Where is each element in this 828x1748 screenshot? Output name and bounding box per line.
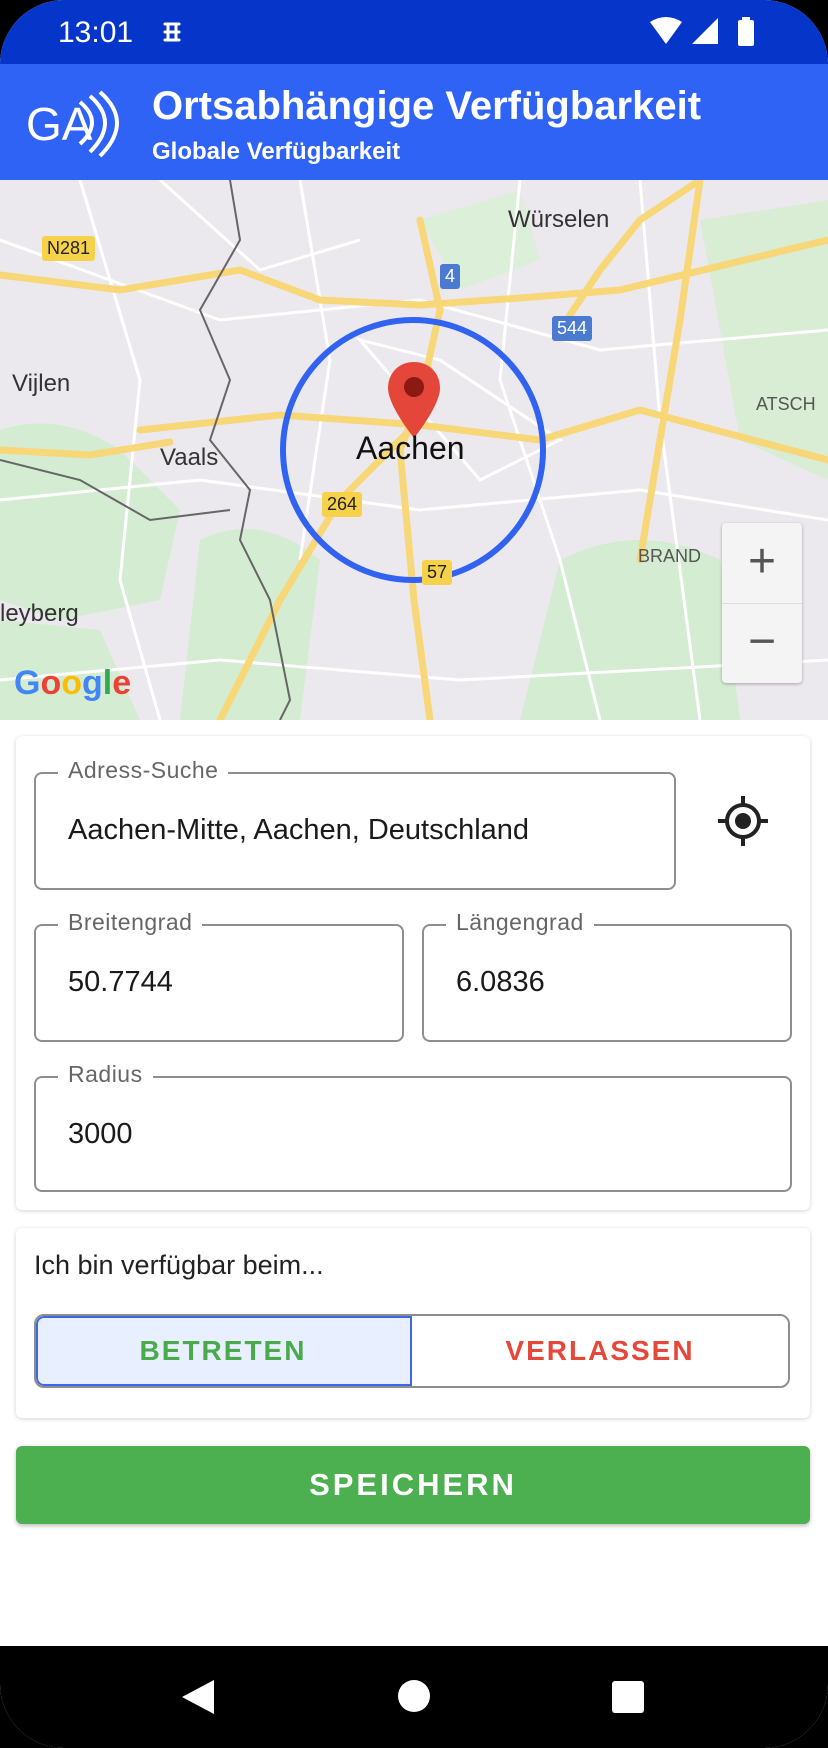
app-notification-icon [163, 22, 181, 42]
longitude-value: 6.0836 [456, 966, 545, 998]
map-label-brand: BRAND [638, 546, 702, 566]
location-form-card: Adress-Suche Aachen-Mitte, Aachen, Deuts… [16, 736, 810, 1210]
radius-field[interactable]: Radius 3000 [34, 1061, 792, 1192]
nav-home-icon[interactable] [398, 1680, 430, 1712]
road-shield-264: 264 [322, 492, 363, 517]
availability-prompt: Ich bin verfügbar beim... [34, 1250, 324, 1280]
toggle-enter-selected-outline [36, 1316, 412, 1386]
system-nav-bar [0, 1646, 828, 1748]
toggle-leave-button[interactable]: VERLASSEN [412, 1316, 788, 1386]
wifi-icon [650, 17, 682, 44]
app-logo-icon: GA [26, 90, 119, 158]
zoom-out-button[interactable]: − [722, 603, 802, 683]
nav-back-icon[interactable] [180, 1678, 216, 1716]
zoom-in-button[interactable]: + [722, 523, 802, 604]
radius-value: 3000 [68, 1118, 133, 1150]
zoom-controls: + − [722, 523, 802, 683]
signal-icon [692, 18, 718, 44]
map-view[interactable]: Würselen Vijlen Vaals Aachen ATSCH BRAND… [0, 180, 828, 720]
road-shield-57: 57 [422, 560, 453, 585]
latitude-field[interactable]: Breitengrad 50.7744 [34, 909, 404, 1042]
google-logo: Google [14, 664, 132, 702]
map-label-atsch: ATSCH [756, 394, 816, 414]
address-search-value: Aachen-Mitte, Aachen, Deutschland [68, 814, 530, 846]
availability-toggle-group: BETRETEN VERLASSEN [34, 1314, 790, 1388]
phone-screen: 13:01 GA Ortsabhängige Verfügbarkeit Glo [0, 0, 828, 1748]
page-subtitle: Globale Verfügbarkeit [152, 138, 401, 165]
map-label-vijlenberg: leyberg [0, 600, 79, 627]
longitude-label: Längengrad [446, 909, 594, 936]
page-title: Ortsabhängige Verfügbarkeit [152, 84, 702, 128]
save-button[interactable]: SPEICHERN [16, 1446, 810, 1524]
radius-label: Radius [58, 1061, 153, 1088]
availability-card: Ich bin verfügbar beim... BETRETEN VERLA… [16, 1228, 810, 1418]
address-search-field[interactable]: Adress-Suche Aachen-Mitte, Aachen, Deuts… [34, 757, 676, 890]
latitude-value: 50.7744 [68, 966, 173, 998]
latitude-label: Breitengrad [58, 909, 203, 936]
app-bar: GA Ortsabhängige Verfügbarkeit Globale V… [0, 64, 828, 180]
road-shield-544: 544 [552, 316, 593, 341]
location-marker-icon [388, 362, 440, 438]
road-shield-n281: N281 [42, 236, 96, 261]
status-icons [650, 17, 754, 46]
map-label-wuerselen: Würselen [508, 206, 610, 233]
nav-recents-icon[interactable] [612, 1681, 644, 1713]
longitude-field[interactable]: Längengrad 6.0836 [422, 909, 792, 1042]
map-label-vaals: Vaals [160, 444, 219, 471]
battery-icon [738, 17, 754, 46]
status-time: 13:01 [58, 16, 134, 49]
map-label-vijlen: Vijlen [12, 370, 71, 397]
map-label-aachen: Aachen [356, 430, 465, 466]
address-search-label: Adress-Suche [58, 757, 229, 784]
my-location-icon[interactable] [716, 794, 770, 848]
status-bar: 13:01 [0, 0, 828, 64]
road-shield-4: 4 [440, 264, 461, 289]
